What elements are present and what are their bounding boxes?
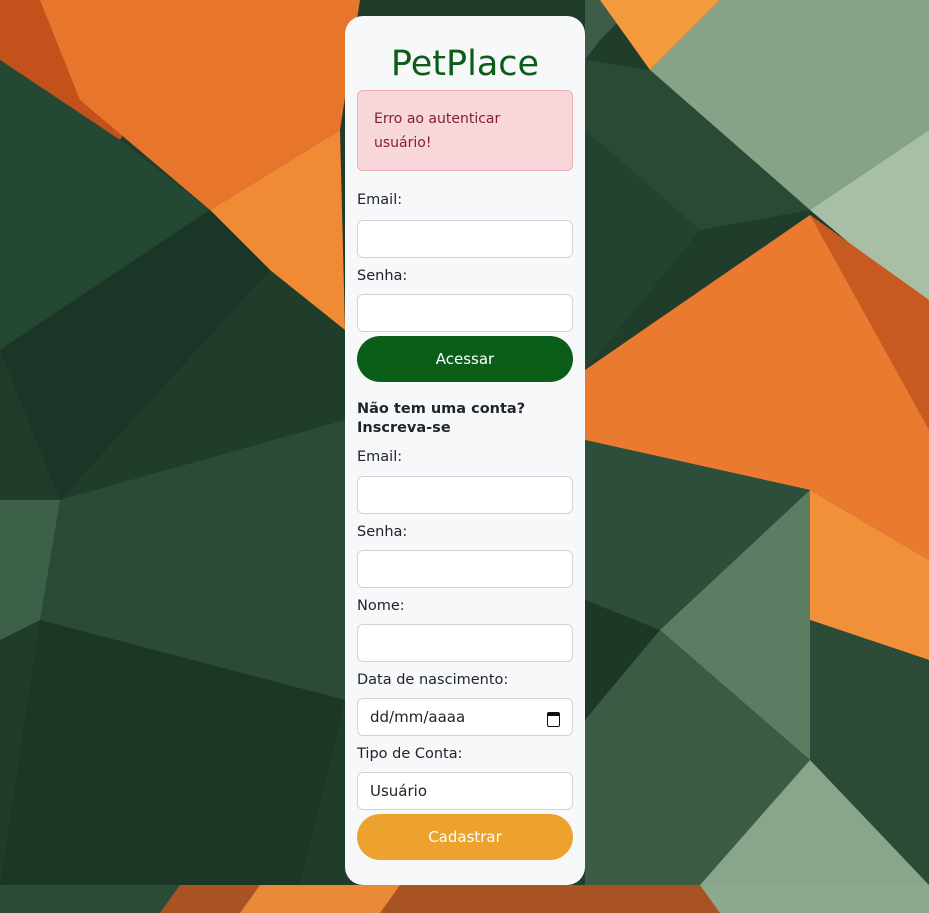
signup-name-input[interactable] [357,624,573,662]
signup-account-type-label: Tipo de Conta: [357,746,463,762]
signup-birthdate-label: Data de nascimento: [357,672,509,688]
signup-password-label: Senha: [357,524,408,540]
account-type-select[interactable]: Usuário [357,772,573,810]
signup-birthdate-input[interactable]: dd/mm/aaaa [357,698,573,736]
signup-email-input[interactable] [357,476,573,514]
login-submit-button[interactable]: Acessar [357,336,573,382]
account-type-value: Usuário [370,782,428,800]
calendar-icon[interactable] [546,710,560,727]
signup-submit-button[interactable]: Cadastrar [357,814,573,860]
auth-card: PetPlace Erro ao autenticar usuário! Ema… [345,16,585,885]
signup-name-label: Nome: [357,598,405,614]
signup-email-label: Email: [357,449,403,465]
login-password-input[interactable] [357,294,573,332]
signup-password-input[interactable] [357,550,573,588]
signup-heading: Não tem uma conta? Inscreva-se [357,401,526,436]
app-logo: PetPlace [390,44,540,84]
birthdate-placeholder: dd/mm/aaaa [370,708,466,726]
error-alert: Erro ao autenticar usuário! [357,90,573,171]
login-email-label: Email: [357,192,403,208]
login-password-label: Senha: [357,268,408,284]
login-email-input[interactable] [357,220,573,258]
